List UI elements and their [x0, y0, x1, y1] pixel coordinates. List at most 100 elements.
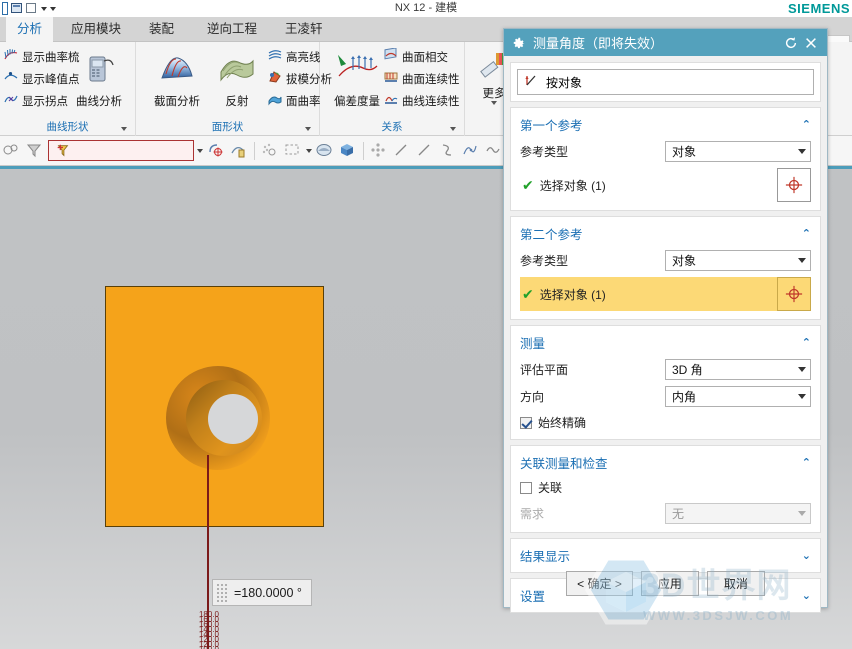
apply-button[interactable]: 应用 [640, 570, 699, 596]
cmd-show-curvature-comb[interactable]: 显示曲率梳 [4, 48, 80, 65]
cmd-curve-analysis[interactable]: 曲线分析 [70, 52, 128, 109]
reference-type-value: 对象 [672, 254, 697, 268]
row-select-object-second[interactable]: ✔ 选择对象 (1) [520, 277, 811, 311]
tab-yingyongmokuai[interactable]: 应用模块 [60, 17, 132, 42]
filter-icon[interactable] [25, 141, 45, 161]
chevron-up-icon[interactable]: ⌃ [802, 456, 811, 469]
chevron-down-icon[interactable] [798, 511, 806, 516]
cmd-face-curvature[interactable]: 面曲率 [268, 92, 321, 109]
reference-type-label: 参考类型 [520, 254, 569, 268]
object-pick-button-first[interactable] [777, 168, 811, 202]
eval-plane-dropdown[interactable]: 3D 角 [665, 359, 811, 380]
associative-checkbox[interactable] [520, 481, 532, 494]
move-object-icon[interactable] [369, 141, 389, 161]
cmd-label: 曲线连续性 [402, 95, 460, 108]
chevron-down-icon[interactable] [798, 258, 806, 263]
section-measurement: 测量 ⌃ 评估平面 3D 角 方向 内角 始终精确 [510, 325, 821, 440]
point-cloud-icon[interactable] [260, 141, 280, 161]
section-header-associative[interactable]: 关联测量和检查 ⌃ [520, 453, 811, 472]
dialog-button-bar: < 确定 > 应用 取消 [504, 559, 827, 607]
row-reference-type: 参考类型 对象 [520, 141, 811, 162]
chevron-up-icon[interactable]: ⌃ [802, 227, 811, 240]
group-expand-caret-icon[interactable] [305, 127, 311, 131]
section-analysis-icon [158, 52, 196, 91]
part-solid-block[interactable] [105, 286, 324, 527]
gear-icon [512, 36, 526, 50]
cmd-surface-intersection[interactable]: 曲面相交 [384, 47, 448, 65]
section-first-reference: 第一个参考 ⌃ 参考类型 对象 ✔ 选择对象 (1) [510, 107, 821, 211]
line-icon[interactable] [392, 141, 412, 161]
ribbon-group-label: 关系 [381, 121, 403, 133]
row-reference-type-2: 参考类型 对象 [520, 250, 811, 271]
part-hole-outer [166, 366, 270, 470]
chevron-down-icon[interactable] [798, 149, 806, 154]
peak-point-icon [4, 70, 18, 87]
shaded-render-icon[interactable] [315, 141, 335, 161]
cmd-curve-continuity[interactable]: 曲线连续性 [384, 92, 460, 109]
selection-filter-icon[interactable] [48, 140, 194, 161]
cmd-surface-continuity[interactable]: 曲面连续性 [384, 70, 460, 87]
requirement-dropdown[interactable]: 无 [665, 503, 811, 524]
select-object-first[interactable]: ✔ 选择对象 (1) [520, 168, 777, 202]
reflection-icon [218, 52, 256, 91]
cmd-section-analysis[interactable]: 截面分析 [148, 52, 206, 109]
siemens-brand-logo: SIEMENS [787, 1, 850, 16]
chevron-down-icon[interactable] [798, 367, 806, 372]
studio-spline-icon[interactable] [461, 141, 481, 161]
object-pick-button-second[interactable] [777, 277, 811, 311]
cmd-label: 偏差度量 [334, 96, 380, 108]
chevron-up-icon[interactable]: ⌃ [802, 118, 811, 131]
row-associative[interactable]: 关联 [520, 479, 811, 496]
close-icon[interactable] [801, 33, 821, 53]
reference-type-dropdown-2[interactable]: 对象 [665, 250, 811, 271]
direction-value: 内角 [672, 390, 697, 404]
cmd-reflection[interactable]: 反射 [208, 52, 266, 109]
wave-curve-icon[interactable] [484, 141, 504, 161]
cmd-show-peak-points[interactable]: 显示峰值点 [4, 70, 80, 87]
method-dropdown[interactable]: 按对象 [517, 69, 814, 95]
wcs-dynamics-icon[interactable] [206, 141, 226, 161]
datum-csys-icon[interactable] [229, 141, 249, 161]
surface-intersect-icon [384, 47, 398, 65]
snap-point-group-icon[interactable] [2, 141, 22, 161]
always-exact-checkbox[interactable] [520, 416, 532, 429]
direction-label: 方向 [520, 390, 545, 404]
group-expand-caret-icon[interactable] [450, 127, 456, 131]
cancel-button[interactable]: 取消 [706, 570, 765, 596]
cmd-highlight-lines[interactable]: 高亮线 [268, 48, 321, 65]
more-caret-icon[interactable] [491, 101, 497, 105]
group-expand-caret-icon[interactable] [121, 127, 127, 131]
eval-plane-value: 3D 角 [672, 363, 703, 377]
tab-zhuangpei[interactable]: 装配 [138, 17, 185, 42]
spline-icon[interactable] [438, 141, 458, 161]
select-object-second[interactable]: ✔ 选择对象 (1) [520, 277, 777, 311]
tab-nixianggongcheng[interactable]: 逆向工程 [196, 17, 268, 42]
reset-icon[interactable] [781, 33, 801, 53]
tab-wanglingxuan[interactable]: 王凌轩 [274, 17, 334, 42]
row-select-object-first[interactable]: ✔ 选择对象 (1) [520, 168, 811, 202]
always-exact-label: 始终精确 [538, 416, 587, 430]
cmd-show-inflection-points[interactable]: 显示拐点 [4, 92, 68, 109]
reference-type-dropdown[interactable]: 对象 [665, 141, 811, 162]
chevron-down-icon[interactable] [798, 394, 806, 399]
ribbon-group-label: 曲线形状 [46, 121, 89, 133]
section-header-measurement[interactable]: 测量 ⌃ [520, 333, 811, 352]
solid-body-icon[interactable] [338, 141, 358, 161]
method-value: 按对象 [546, 75, 583, 90]
filter-caret-icon[interactable] [197, 148, 203, 153]
rectangle-select-icon[interactable] [283, 141, 303, 161]
measurement-result-callout[interactable]: =180.0000 ° [212, 579, 312, 606]
row-always-exact[interactable]: 始终精确 [520, 414, 811, 431]
ok-button[interactable]: < 确定 > [566, 570, 633, 596]
select-mode-caret-icon[interactable] [306, 148, 312, 153]
tab-fenxi[interactable]: 分析 [6, 17, 54, 42]
drag-handle-icon[interactable] [216, 583, 229, 602]
cmd-deviation-gauge[interactable]: 偏差度量 [328, 52, 386, 109]
section-title: 第一个参考 [520, 119, 583, 133]
ribbon-group-face-shape: 截面分析 反射 高亮线 拔模分析 面曲率 面形状 [136, 42, 332, 136]
section-header-second-reference[interactable]: 第二个参考 ⌃ [520, 224, 811, 243]
line-2-icon[interactable] [415, 141, 435, 161]
chevron-up-icon[interactable]: ⌃ [802, 336, 811, 349]
section-header-first-reference[interactable]: 第一个参考 ⌃ [520, 115, 811, 134]
direction-dropdown[interactable]: 内角 [665, 386, 811, 407]
